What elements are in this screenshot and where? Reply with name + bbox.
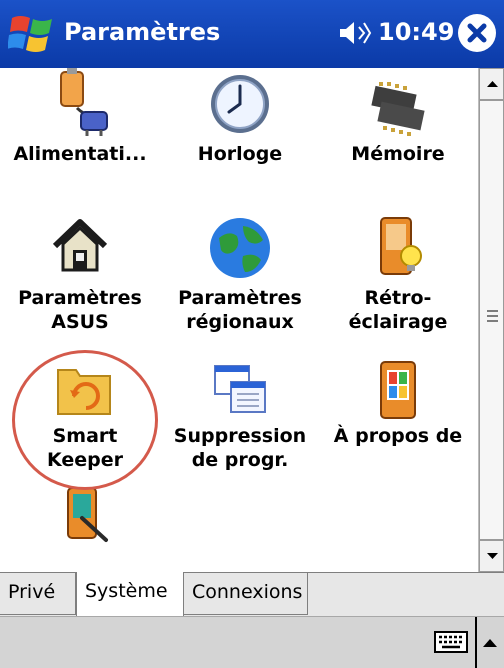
- item-asus-settings[interactable]: Paramètres ASUS: [0, 212, 160, 334]
- item-label: Alimentati...: [13, 143, 147, 165]
- item-clock[interactable]: Horloge: [165, 68, 315, 166]
- item-label-line2: ASUS: [51, 311, 109, 333]
- pda-stylus-icon: [67, 487, 108, 542]
- globe-icon: [210, 218, 270, 278]
- memory-chip-icon: [371, 82, 425, 136]
- window-title: Paramètres: [64, 18, 221, 46]
- item-regional-settings[interactable]: Paramètres régionaux: [165, 212, 315, 334]
- item-label: Smart: [52, 425, 118, 447]
- settings-panel: Alimentati... Horloge Mémoire Paramètres…: [0, 68, 478, 572]
- house-icon: [52, 219, 108, 272]
- item-screen-align[interactable]: [0, 484, 170, 558]
- item-about[interactable]: À propos de: [318, 360, 478, 448]
- title-bar: Paramètres 10:49: [0, 0, 504, 68]
- tab-system[interactable]: Système: [76, 572, 184, 616]
- item-label: Horloge: [197, 143, 283, 165]
- windows-flag-icon[interactable]: [8, 10, 56, 56]
- pda-windows-icon: [380, 361, 416, 419]
- tab-connections[interactable]: Connexions: [184, 573, 308, 615]
- item-label: Paramètres: [178, 287, 302, 309]
- keyboard-icon[interactable]: [434, 629, 468, 655]
- item-label: Rétro-: [364, 287, 432, 309]
- speaker-icon[interactable]: [338, 18, 372, 48]
- caret-up-icon[interactable]: [474, 617, 504, 668]
- caret-down-icon: [487, 553, 498, 559]
- folder-sync-icon: [57, 369, 111, 415]
- clock-icon: [211, 75, 269, 133]
- clock[interactable]: 10:49: [378, 18, 454, 46]
- tab-private[interactable]: Privé: [0, 573, 76, 615]
- power-icon: [60, 68, 108, 136]
- item-power[interactable]: Alimentati...: [0, 68, 160, 166]
- pda-bulb-icon: [380, 217, 422, 275]
- item-remove-programs[interactable]: Suppression de progr.: [165, 360, 315, 472]
- close-icon: [467, 23, 487, 43]
- window-stack-icon: [214, 365, 266, 413]
- scroll-down-button[interactable]: [479, 540, 504, 572]
- caret-up-icon: [487, 81, 498, 87]
- item-label-line2: régionaux: [186, 311, 294, 333]
- item-label: Suppression: [173, 425, 307, 447]
- item-label-line2: Keeper: [46, 449, 124, 471]
- vertical-scrollbar[interactable]: [478, 68, 504, 572]
- item-label: Mémoire: [351, 143, 445, 165]
- scroll-up-button[interactable]: [479, 68, 504, 100]
- item-label-line2: éclairage: [348, 311, 448, 333]
- menu-bar: [0, 616, 504, 668]
- item-backlight[interactable]: Rétro- éclairage: [318, 212, 478, 334]
- item-memory[interactable]: Mémoire: [318, 68, 478, 166]
- close-button[interactable]: [458, 14, 496, 52]
- tab-bar: Privé Système Connexions: [0, 572, 504, 616]
- item-label: Paramètres: [18, 287, 142, 309]
- item-smart-keeper[interactable]: Smart Keeper: [0, 360, 170, 472]
- item-label: À propos de: [333, 425, 463, 447]
- grip-icon: [487, 310, 498, 322]
- item-label-line2: de progr.: [191, 449, 289, 471]
- scroll-thumb[interactable]: [479, 100, 504, 540]
